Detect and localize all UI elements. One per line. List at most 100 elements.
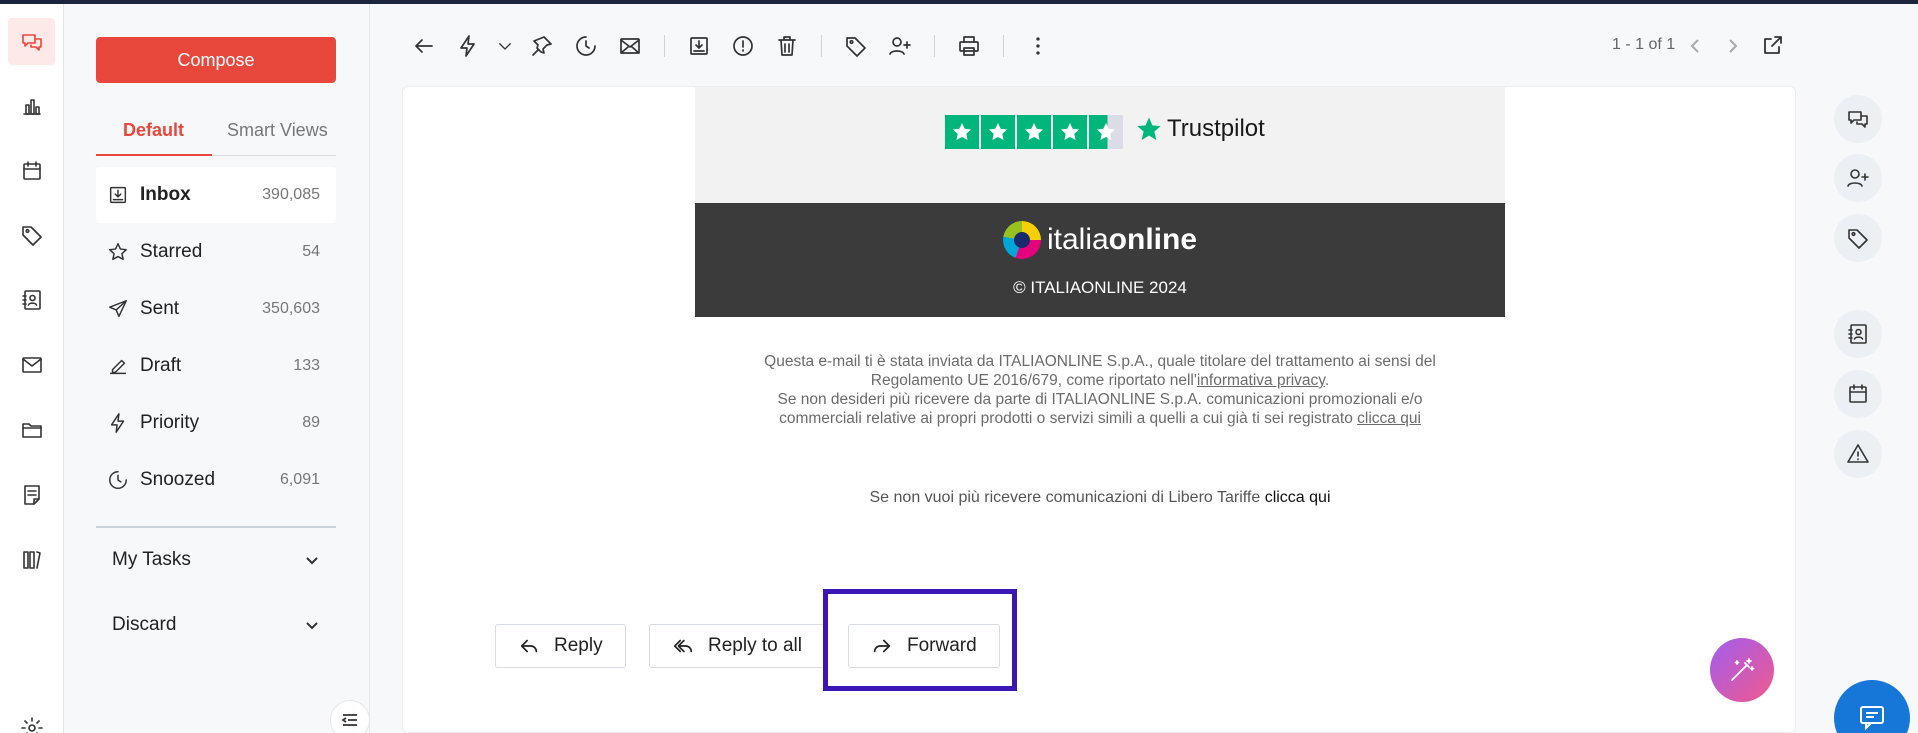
chevron-down-icon	[306, 622, 318, 630]
folder-count: 54	[302, 243, 320, 260]
folder-draft[interactable]: Draft 133	[96, 338, 336, 394]
folder-count: 6,091	[279, 471, 320, 488]
tab-default[interactable]: Default	[123, 120, 184, 141]
email-footer-band: italiaonline © ITALIAONLINE 2024	[695, 203, 1505, 317]
mark-unread-icon[interactable]	[608, 24, 652, 68]
draft-icon	[96, 355, 140, 377]
active-tab-underline	[96, 154, 212, 156]
next-page-icon[interactable]	[1718, 32, 1746, 60]
add-contact-icon[interactable]	[1834, 154, 1882, 202]
folder-count: 133	[293, 357, 320, 374]
bolt-icon	[96, 412, 140, 434]
contact-card-icon[interactable]	[1834, 310, 1882, 358]
more-vertical-icon[interactable]	[1016, 24, 1060, 68]
half-star-icon	[1089, 115, 1123, 149]
rail-folder-icon[interactable]	[8, 406, 55, 453]
email-view: Trustpilot italiaonline © ITALIAONLINE 2…	[402, 86, 1796, 733]
rail-chat-icon[interactable]	[8, 18, 55, 65]
open-in-new-window-icon[interactable]	[1758, 30, 1788, 60]
unsubscribe-line: Se non vuoi più ricevere comunicazioni d…	[869, 489, 1331, 506]
rail-calendar-icon[interactable]	[8, 147, 55, 194]
bolt-icon[interactable]	[446, 24, 490, 68]
folder-count: 350,603	[262, 300, 320, 317]
section-discard[interactable]: Discard	[96, 605, 336, 645]
reply-all-button[interactable]: Reply to all	[649, 624, 825, 668]
pager-text: 1 - 1 of 1	[1612, 36, 1676, 53]
compose-button[interactable]: Compose	[96, 37, 336, 83]
legal-text: Questa e-mail ti è stata inviata da ITAL…	[764, 353, 1436, 427]
star-icon	[1017, 115, 1051, 149]
folder-snoozed[interactable]: Snoozed 6,091	[96, 452, 336, 508]
chat-icon[interactable]	[1834, 95, 1882, 143]
collapse-sidebar-icon[interactable]	[330, 700, 370, 733]
app-rail	[0, 4, 64, 733]
forward-highlight-box	[823, 589, 1017, 691]
archive-icon[interactable]	[677, 24, 721, 68]
trustpilot-star-icon	[1137, 117, 1161, 141]
chevron-down-icon	[306, 557, 318, 565]
rail-bar-chart-icon[interactable]	[8, 82, 55, 129]
italiaonline-mark-icon	[1002, 221, 1041, 259]
privacy-policy-link[interactable]: informativa privacy	[1197, 372, 1325, 389]
rail-tools-icon[interactable]	[8, 536, 55, 583]
folder-inbox[interactable]: Inbox 390,085	[96, 167, 336, 223]
folder-priority[interactable]: Priority 89	[96, 395, 336, 451]
star-icon	[981, 115, 1015, 149]
folder-panel: Compose Default Smart Views Inbox 390,08…	[64, 4, 370, 733]
rail-contacts-icon[interactable]	[8, 276, 55, 323]
star-icon	[1053, 115, 1087, 149]
folder-label: Inbox	[140, 184, 191, 205]
folder-count: 390,085	[262, 186, 320, 203]
star-icon	[945, 115, 979, 149]
chat-support-icon[interactable]	[1834, 680, 1910, 733]
section-label: My Tasks	[112, 549, 191, 570]
warning-icon[interactable]	[1834, 430, 1882, 478]
snooze-icon	[96, 469, 140, 491]
snooze-icon[interactable]	[564, 24, 608, 68]
section-label: Discard	[112, 614, 177, 635]
rail-tag-icon[interactable]	[8, 211, 55, 258]
mail-toolbar	[402, 24, 1060, 68]
toolbar-separator	[934, 35, 935, 57]
italiaonline-logo: italiaonline	[695, 221, 1505, 259]
reply-icon	[520, 639, 538, 653]
section-my-tasks[interactable]: My Tasks	[96, 540, 336, 580]
toolbar-separator	[821, 35, 822, 57]
unsubscribe-link[interactable]: clicca qui	[1357, 410, 1421, 427]
folder-starred[interactable]: Starred 54	[96, 224, 336, 280]
brand-text: italiaonline	[1046, 223, 1198, 256]
trash-icon[interactable]	[765, 24, 809, 68]
rail-mail-icon[interactable]	[8, 341, 55, 388]
print-icon[interactable]	[947, 24, 991, 68]
magic-wand-icon[interactable]	[1710, 638, 1774, 702]
chevron-down-icon[interactable]	[490, 24, 520, 68]
back-arrow-icon[interactable]	[402, 24, 446, 68]
rail-settings-icon[interactable]	[8, 704, 55, 733]
copyright-text: © ITALIAONLINE 2024	[1013, 278, 1187, 297]
pin-icon[interactable]	[520, 24, 564, 68]
folder-count: 89	[302, 414, 320, 431]
spam-icon[interactable]	[721, 24, 765, 68]
email-trustpilot-band: Trustpilot	[695, 87, 1505, 203]
tab-smart-views[interactable]: Smart Views	[227, 120, 328, 141]
tag-icon[interactable]	[1834, 214, 1882, 262]
folder-label: Snoozed	[140, 469, 216, 490]
libero-unsubscribe-link[interactable]: clicca qui	[1265, 489, 1331, 506]
folder-sent[interactable]: Sent 350,603	[96, 281, 336, 337]
inbox-icon	[96, 184, 140, 206]
add-contact-icon[interactable]	[878, 24, 922, 68]
send-icon	[96, 298, 140, 320]
star-icon	[96, 241, 140, 263]
tag-icon[interactable]	[834, 24, 878, 68]
sidebar-divider	[96, 526, 336, 528]
reply-all-icon	[673, 639, 693, 653]
trustpilot-label: Trustpilot	[1167, 115, 1265, 142]
calendar-icon[interactable]	[1834, 370, 1882, 418]
toolbar-separator	[664, 35, 665, 57]
view-tabs: Default Smart Views	[96, 110, 336, 156]
trustpilot-stars	[945, 115, 1125, 149]
folder-label: Sent	[140, 298, 180, 319]
reply-button[interactable]: Reply	[495, 624, 626, 668]
rail-notes-icon[interactable]	[8, 471, 55, 518]
previous-page-icon[interactable]	[1682, 32, 1710, 60]
